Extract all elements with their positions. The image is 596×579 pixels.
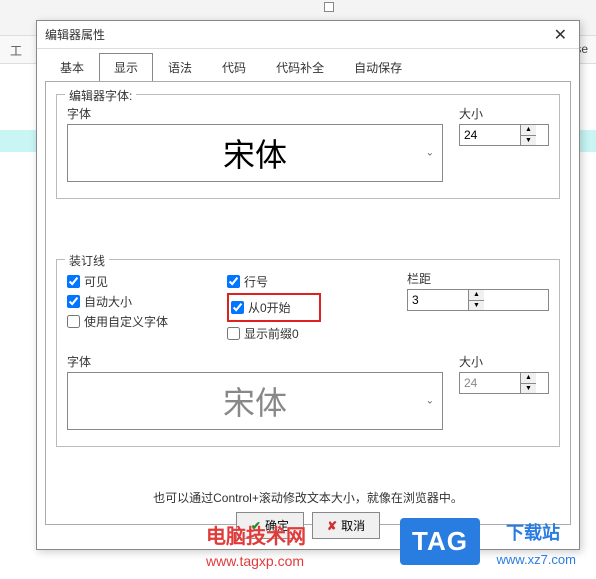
watermark-url: www.tagxp.com [206,553,304,569]
tab-bar: 基本 显示 语法 代码 代码补全 自动保存 [37,49,579,82]
gutter-legend: 装订线 [65,252,109,269]
custom-font-label: 使用自定义字体 [84,313,168,330]
x-icon: ✘ [327,519,337,533]
start-zero-checkbox-row[interactable]: 从0开始 [231,299,291,316]
font-value: 宋体 [223,130,287,176]
size-input[interactable] [460,125,520,145]
editor-font-legend: 编辑器字体: [65,87,136,104]
leading-zero-checkbox[interactable] [227,327,240,340]
auto-size-checkbox-row[interactable]: 自动大小 [67,293,217,310]
cancel-label: 取消 [341,517,365,534]
watermark-title: 电脑技术网 [206,520,306,549]
gutter-group: 装订线 可见 自动大小 使用自定义字体 [56,259,560,447]
size-label: 大小 [459,105,549,122]
bg-toolbar-text: 工 [10,42,22,59]
editor-font-group: 编辑器字体: 字体 宋体 ⌄ 大小 ▲ ▼ [56,94,560,199]
font-selector[interactable]: 宋体 ⌄ [67,124,443,182]
spinner-up-icon[interactable]: ▲ [469,290,484,301]
chevron-down-icon: ⌄ [426,396,434,407]
tab-basic[interactable]: 基本 [45,53,99,82]
auto-size-checkbox[interactable] [67,295,80,308]
custom-font-checkbox[interactable] [67,315,80,328]
leading-zero-checkbox-row[interactable]: 显示前缀0 [227,325,397,342]
spacing-label: 栏距 [407,270,549,287]
resize-handle[interactable] [324,2,334,12]
spacing-input[interactable] [408,290,468,310]
gutter-size-label: 大小 [459,353,549,370]
line-number-label: 行号 [244,273,268,290]
spinner-down-icon[interactable]: ▼ [469,301,484,311]
leading-zero-label: 显示前缀0 [244,325,299,342]
xz-url: www.xz7.com [497,552,576,567]
dialog-button-row: ✔ 确定 ✘ 取消 [37,512,579,539]
spinner-up-icon[interactable]: ▲ [521,373,536,384]
highlight-box: 从0开始 [227,293,321,322]
spinner-down-icon[interactable]: ▼ [521,384,536,394]
auto-size-label: 自动大小 [84,293,132,310]
gutter-font-value: 宋体 [223,378,287,424]
line-number-checkbox-row[interactable]: 行号 [227,273,397,290]
editor-properties-dialog: 编辑器属性 ✕ 基本 显示 语法 代码 代码补全 自动保存 编辑器字体: 字体 … [36,20,580,550]
gutter-font-label: 字体 [67,353,443,370]
size-spinner[interactable]: ▲ ▼ [459,124,549,146]
visible-label: 可见 [84,273,108,290]
tab-panel-display: 编辑器字体: 字体 宋体 ⌄ 大小 ▲ ▼ [45,81,571,525]
start-zero-checkbox[interactable] [231,301,244,314]
start-zero-label: 从0开始 [248,299,291,316]
visible-checkbox[interactable] [67,275,80,288]
visible-checkbox-row[interactable]: 可见 [67,273,217,290]
tag-badge: TAG [400,518,480,565]
tab-completion[interactable]: 代码补全 [261,53,339,82]
xz-title: 下载站 [506,519,560,545]
cancel-button[interactable]: ✘ 取消 [312,512,380,539]
font-label: 字体 [67,105,443,122]
spinner-up-icon[interactable]: ▲ [521,125,536,136]
spinner-down-icon[interactable]: ▼ [521,136,536,146]
chevron-down-icon: ⌄ [426,148,434,159]
hint-text: 也可以通过Control+滚动修改文本大小，就像在浏览器中。 [56,489,560,506]
titlebar: 编辑器属性 ✕ [37,21,579,49]
tab-code[interactable]: 代码 [207,53,261,82]
gutter-size-spinner[interactable]: ▲ ▼ [459,372,549,394]
close-icon[interactable]: ✕ [550,25,571,45]
gutter-size-input[interactable] [460,373,520,393]
line-number-checkbox[interactable] [227,275,240,288]
tab-display[interactable]: 显示 [99,53,153,82]
tab-autosave[interactable]: 自动保存 [339,53,417,82]
gutter-font-selector[interactable]: 宋体 ⌄ [67,372,443,430]
spacing-spinner[interactable]: ▲ ▼ [407,289,549,311]
tab-syntax[interactable]: 语法 [153,53,207,82]
dialog-title: 编辑器属性 [45,26,105,43]
custom-font-checkbox-row[interactable]: 使用自定义字体 [67,313,217,330]
